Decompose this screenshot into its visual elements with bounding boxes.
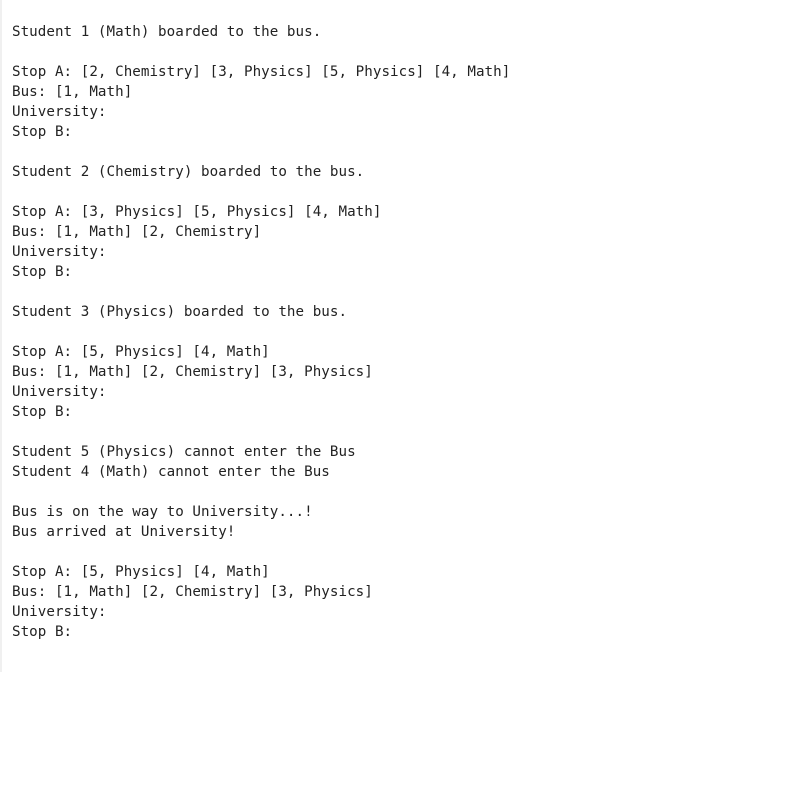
- output-line: Stop A: [2, Chemistry] [3, Physics] [5, …: [12, 64, 511, 80]
- output-line: Stop A: [5, Physics] [4, Math]: [12, 564, 270, 580]
- output-line: Bus: [1, Math] [2, Chemistry]: [12, 224, 262, 240]
- output-line: Student 1 (Math) boarded to the bus.: [12, 24, 322, 40]
- output-line: Student 3 (Physics) boarded to the bus.: [12, 304, 348, 320]
- output-line: Bus: [1, Math] [2, Chemistry] [3, Physic…: [12, 364, 373, 380]
- output-line: Bus: [1, Math] [2, Chemistry] [3, Physic…: [12, 584, 373, 600]
- output-line: Bus is on the way to University...!: [12, 504, 313, 520]
- output-line: Stop B:: [12, 624, 73, 640]
- output-line: University:: [12, 104, 107, 120]
- output-line: University:: [12, 244, 107, 260]
- output-line: University:: [12, 604, 107, 620]
- output-line: Stop B:: [12, 404, 73, 420]
- output-line: Stop B:: [12, 264, 73, 280]
- output-line: Stop A: [3, Physics] [5, Physics] [4, Ma…: [12, 204, 382, 220]
- output-line: Stop A: [5, Physics] [4, Math]: [12, 344, 270, 360]
- console-output-text: Student 1 (Math) boarded to the bus. Sto…: [12, 22, 510, 642]
- console-output-panel: Student 1 (Math) boarded to the bus. Sto…: [0, 0, 800, 672]
- output-line: Student 5 (Physics) cannot enter the Bus: [12, 444, 356, 460]
- output-line: Student 2 (Chemistry) boarded to the bus…: [12, 164, 365, 180]
- output-line: Stop B:: [12, 124, 73, 140]
- output-line: University:: [12, 384, 107, 400]
- output-line: Bus: [1, Math]: [12, 84, 133, 100]
- output-line: Student 4 (Math) cannot enter the Bus: [12, 464, 330, 480]
- output-line: Bus arrived at University!: [12, 524, 236, 540]
